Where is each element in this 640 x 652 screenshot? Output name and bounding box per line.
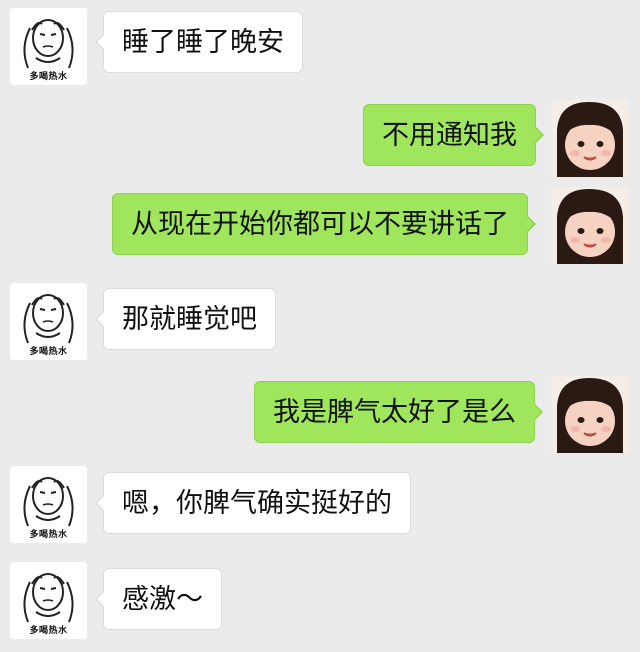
received-message-bubble[interactable]: 嗯，你脾气确实挺好的 <box>95 472 411 534</box>
received-message-bubble[interactable]: 睡了睡了晚安 <box>95 11 303 73</box>
avatar-caption: 多喝热水 <box>29 530 68 540</box>
contact-avatar[interactable]: 多喝热水 <box>10 562 87 639</box>
my-avatar[interactable] <box>551 376 628 453</box>
my-avatar[interactable] <box>551 187 628 264</box>
sent-message-bubble[interactable]: 从现在开始你都可以不要讲话了 <box>112 193 536 255</box>
sent-message-bubble[interactable]: 不用通知我 <box>363 104 544 166</box>
my-avatar[interactable] <box>551 100 628 177</box>
contact-avatar[interactable]: 多喝热水 <box>10 8 87 85</box>
received-message-bubble[interactable]: 感激～ <box>95 568 222 630</box>
avatar-caption: 多喝热水 <box>29 347 68 357</box>
girl-photo-icon <box>551 187 628 264</box>
sent-message-bubble[interactable]: 我是脾气太好了是么 <box>254 381 543 443</box>
avatar-caption: 多喝热水 <box>29 626 68 636</box>
girl-photo-icon <box>551 376 628 453</box>
contact-avatar[interactable]: 多喝热水 <box>10 466 87 543</box>
avatar-caption: 多喝热水 <box>29 72 68 82</box>
received-message-bubble[interactable]: 那就睡觉吧 <box>95 288 276 350</box>
girl-photo-icon <box>551 100 628 177</box>
contact-avatar[interactable]: 多喝热水 <box>10 283 87 360</box>
